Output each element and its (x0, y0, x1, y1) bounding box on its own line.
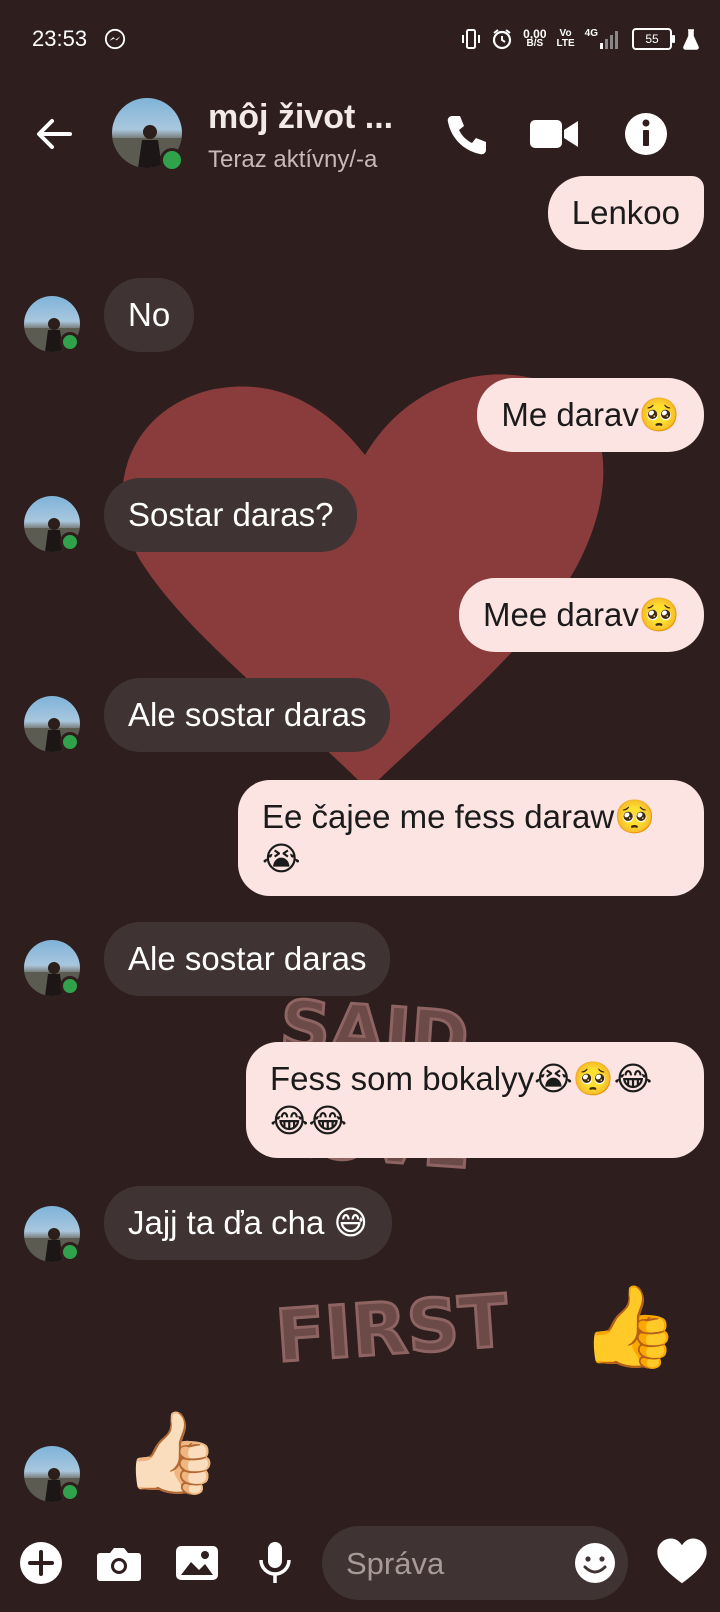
contact-name[interactable]: môj život ... (208, 98, 393, 137)
message-incoming-thumbs-up[interactable]: 👍🏻 (122, 1408, 222, 1498)
alarm-icon (493, 29, 512, 50)
message-incoming[interactable]: Ale sostar daras (104, 922, 391, 996)
online-indicator (60, 332, 80, 352)
status-bar: 23:53 0,00 B/S Vo LTE 4G 55 (0, 0, 720, 80)
heart-icon[interactable] (654, 1534, 710, 1590)
message-incoming[interactable]: No (104, 278, 195, 352)
network-type: 4G (584, 28, 598, 39)
messenger-icon (104, 28, 126, 50)
message-outgoing[interactable]: Me darav🥺 (477, 378, 704, 452)
message-incoming[interactable]: Sostar daras? (104, 478, 358, 552)
network-speed-unit: B/S (526, 38, 544, 49)
message-list: Lenkoo No Me darav🥺 Sostar daras? Mee da… (0, 0, 720, 1612)
image-icon[interactable] (172, 1538, 222, 1588)
volte-indicator: Vo LTE (557, 29, 575, 49)
plus-icon[interactable] (16, 1538, 66, 1588)
online-indicator (60, 532, 80, 552)
message-composer: Správa (0, 1518, 720, 1612)
message-outgoing[interactable]: Fess som bokalyy😭🥺😂😂😂 (246, 1042, 704, 1158)
camera-icon[interactable] (94, 1538, 144, 1588)
message-input[interactable]: Správa (322, 1526, 628, 1600)
smiley-icon[interactable] (572, 1540, 618, 1586)
message-outgoing[interactable]: Ee čajee me fess daraw🥺😭 (238, 780, 704, 896)
lte-label: LTE (556, 38, 575, 49)
microphone-icon[interactable] (250, 1538, 300, 1588)
conversation-header: môj život ... Teraz aktívny/-a (0, 80, 720, 190)
online-indicator (160, 148, 184, 172)
online-indicator (60, 1242, 80, 1262)
online-indicator (60, 732, 80, 752)
battery-indicator: 55 (632, 28, 675, 50)
message-outgoing[interactable]: Mee darav🥺 (458, 578, 704, 652)
back-arrow-icon[interactable] (30, 110, 78, 158)
vibrate-icon (462, 29, 481, 49)
signal-indicator: 4G (585, 29, 622, 49)
info-icon[interactable] (620, 108, 672, 160)
phone-icon[interactable] (438, 108, 490, 160)
battery-level: 55 (645, 32, 659, 46)
contact-presence: Teraz aktívny/-a (208, 146, 378, 173)
flask-icon (683, 29, 699, 50)
video-camera-icon[interactable] (528, 108, 580, 160)
message-input-placeholder: Správa (346, 1546, 445, 1581)
network-speed: 0,00 B/S (523, 28, 546, 49)
status-time: 23:53 (32, 26, 88, 51)
signal-bars-icon (600, 31, 618, 49)
status-indicators: 0,00 B/S Vo LTE 4G 55 (461, 24, 700, 54)
online-indicator (60, 976, 80, 996)
message-incoming[interactable]: Jajj ta ďa cha 😅 (104, 1186, 392, 1260)
message-outgoing-thumbs-up[interactable]: 👍 (580, 1282, 680, 1372)
online-indicator (60, 1482, 80, 1502)
message-incoming[interactable]: Ale sostar daras (104, 678, 391, 752)
